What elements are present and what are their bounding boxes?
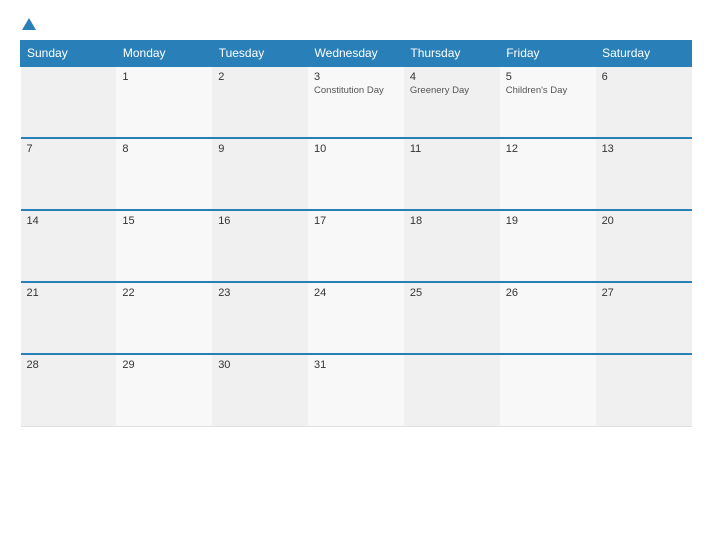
calendar-day-cell: 16 bbox=[212, 210, 308, 282]
calendar-day-cell: 8 bbox=[116, 138, 212, 210]
calendar-day-cell: 5 Children's Day bbox=[500, 66, 596, 138]
day-of-week-header: Sunday bbox=[21, 41, 117, 67]
day-number: 25 bbox=[410, 287, 494, 299]
calendar-day-cell: 15 bbox=[116, 210, 212, 282]
calendar-header-row: SundayMondayTuesdayWednesdayThursdayFrid… bbox=[21, 41, 692, 67]
day-of-week-header: Wednesday bbox=[308, 41, 404, 67]
day-number: 16 bbox=[218, 215, 302, 227]
day-number: 29 bbox=[122, 359, 206, 371]
day-number: 26 bbox=[506, 287, 590, 299]
day-number: 15 bbox=[122, 215, 206, 227]
calendar-day-cell: 31 bbox=[308, 354, 404, 426]
holiday-label: Children's Day bbox=[506, 85, 590, 96]
day-number: 23 bbox=[218, 287, 302, 299]
day-number: 30 bbox=[218, 359, 302, 371]
calendar-day-cell: 10 bbox=[308, 138, 404, 210]
day-number: 22 bbox=[122, 287, 206, 299]
day-number: 11 bbox=[410, 143, 494, 155]
calendar-week-row: 123 Constitution Day 4 Greenery Day 5 Childre… bbox=[21, 66, 692, 138]
calendar-day-cell: 14 bbox=[21, 210, 117, 282]
calendar-week-row: 21 22 23 24 25 26 27 bbox=[21, 282, 692, 354]
calendar-day-cell bbox=[404, 354, 500, 426]
day-number: 20 bbox=[602, 215, 686, 227]
calendar-table: SundayMondayTuesdayWednesdayThursdayFrid… bbox=[20, 40, 692, 427]
day-number: 21 bbox=[27, 287, 111, 299]
calendar-day-cell bbox=[596, 354, 692, 426]
calendar-week-row: 28 29 30 31 bbox=[21, 354, 692, 426]
day-of-week-header: Friday bbox=[500, 41, 596, 67]
day-of-week-header: Monday bbox=[116, 41, 212, 67]
header bbox=[20, 18, 692, 30]
calendar-day-cell: 27 bbox=[596, 282, 692, 354]
calendar-day-cell: 18 bbox=[404, 210, 500, 282]
calendar-day-cell bbox=[21, 66, 117, 138]
day-number: 10 bbox=[314, 143, 398, 155]
calendar-day-cell: 2 bbox=[212, 66, 308, 138]
logo-triangle-icon bbox=[22, 18, 36, 30]
day-number: 28 bbox=[27, 359, 111, 371]
day-number: 3 bbox=[314, 71, 398, 83]
day-number: 13 bbox=[602, 143, 686, 155]
calendar-day-cell: 23 bbox=[212, 282, 308, 354]
calendar-day-cell: 22 bbox=[116, 282, 212, 354]
day-of-week-header: Tuesday bbox=[212, 41, 308, 67]
day-number: 6 bbox=[602, 71, 686, 83]
day-number: 17 bbox=[314, 215, 398, 227]
day-number: 19 bbox=[506, 215, 590, 227]
day-number: 7 bbox=[27, 143, 111, 155]
logo bbox=[20, 18, 36, 30]
day-number: 18 bbox=[410, 215, 494, 227]
calendar-day-cell: 1 bbox=[116, 66, 212, 138]
calendar-day-cell: 25 bbox=[404, 282, 500, 354]
calendar-day-cell: 21 bbox=[21, 282, 117, 354]
day-of-week-header: Thursday bbox=[404, 41, 500, 67]
calendar-day-cell: 11 bbox=[404, 138, 500, 210]
calendar-day-cell: 26 bbox=[500, 282, 596, 354]
calendar-day-cell bbox=[500, 354, 596, 426]
day-number: 2 bbox=[218, 71, 302, 83]
calendar-day-cell: 13 bbox=[596, 138, 692, 210]
calendar-day-cell: 6 bbox=[596, 66, 692, 138]
calendar-day-cell: 12 bbox=[500, 138, 596, 210]
calendar-day-cell: 17 bbox=[308, 210, 404, 282]
calendar-day-cell: 20 bbox=[596, 210, 692, 282]
holiday-label: Greenery Day bbox=[410, 85, 494, 96]
calendar-day-cell: 9 bbox=[212, 138, 308, 210]
day-number: 31 bbox=[314, 359, 398, 371]
calendar-day-cell: 24 bbox=[308, 282, 404, 354]
calendar-day-cell: 3 Constitution Day bbox=[308, 66, 404, 138]
calendar-body: 123Constitution Day4Greenery Day5Childre… bbox=[21, 66, 692, 426]
day-number: 14 bbox=[27, 215, 111, 227]
day-number: 27 bbox=[602, 287, 686, 299]
day-number: 24 bbox=[314, 287, 398, 299]
calendar-day-cell: 30 bbox=[212, 354, 308, 426]
calendar-week-row: 14 15 16 17 18 19 20 bbox=[21, 210, 692, 282]
holiday-label: Constitution Day bbox=[314, 85, 398, 96]
day-number: 9 bbox=[218, 143, 302, 155]
day-number: 1 bbox=[122, 71, 206, 83]
calendar-day-cell: 7 bbox=[21, 138, 117, 210]
day-number: 8 bbox=[122, 143, 206, 155]
calendar-day-cell: 4 Greenery Day bbox=[404, 66, 500, 138]
calendar-week-row: 789 10 11 12 13 bbox=[21, 138, 692, 210]
calendar-day-cell: 28 bbox=[21, 354, 117, 426]
page: SundayMondayTuesdayWednesdayThursdayFrid… bbox=[0, 0, 712, 550]
calendar-day-cell: 29 bbox=[116, 354, 212, 426]
day-number: 12 bbox=[506, 143, 590, 155]
day-number: 4 bbox=[410, 71, 494, 83]
calendar-day-cell: 19 bbox=[500, 210, 596, 282]
day-number: 5 bbox=[506, 71, 590, 83]
day-of-week-header: Saturday bbox=[596, 41, 692, 67]
